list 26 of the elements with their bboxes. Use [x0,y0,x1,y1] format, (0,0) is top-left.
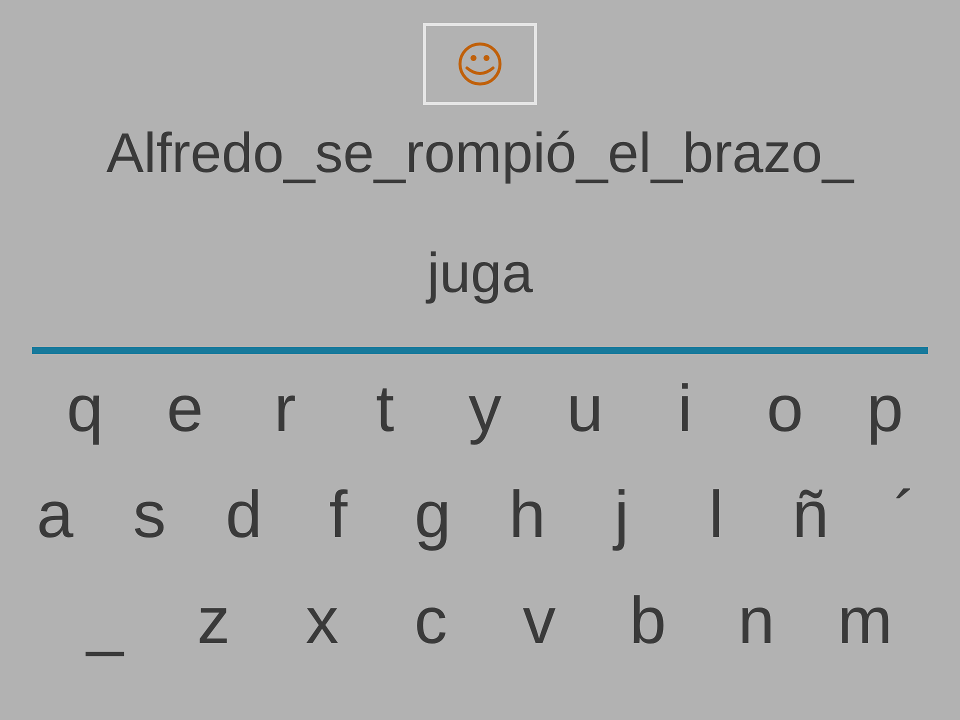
letter-key[interactable]: r [250,374,320,442]
sentence-text: juga [427,241,533,305]
letter-key[interactable]: c [396,586,466,654]
letter-key[interactable]: l [681,480,752,548]
letter-key[interactable]: t [350,374,420,442]
letter-key[interactable]: f [303,480,374,548]
letter-key[interactable]: _ [70,586,140,654]
letter-key[interactable]: ñ [776,480,846,548]
letter-key[interactable]: a [20,480,90,548]
letter-key[interactable]: s [114,480,184,548]
letter-key[interactable]: u [550,374,620,442]
letter-key[interactable]: h [492,480,562,548]
smiley-icon [457,41,503,87]
letter-key[interactable]: z [178,586,249,654]
letter-key[interactable]: b [612,586,683,654]
letter-key[interactable]: e [150,374,220,442]
letter-key[interactable]: d [208,480,279,548]
letter-key[interactable]: n [721,586,792,654]
letter-key[interactable]: i [650,374,720,442]
letter-key[interactable]: v [504,586,574,654]
sentence-text: Alfredo_se_rompió_el_brazo_ [106,121,854,185]
letter-key[interactable]: m [830,586,900,654]
letter-key[interactable]: ´ [870,480,940,548]
letter-key[interactable]: o [750,374,820,442]
letter-key[interactable]: x [287,586,358,654]
smiley-button[interactable] [423,23,537,105]
